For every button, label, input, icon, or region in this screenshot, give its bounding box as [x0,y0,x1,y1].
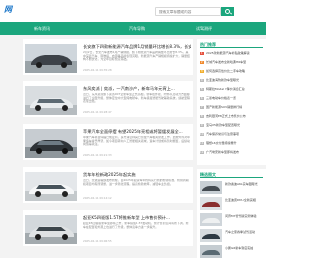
ranking-item[interactable]: 6 三菱电动车价格表一览 [200,95,264,102]
ranking-item[interactable]: 4 比亚迪海豹新款车型曝光 [200,77,264,84]
rank-number: 2 [200,59,204,64]
article-date: 2025-02-11 09:35:28 [83,68,112,72]
ranking-item[interactable]: 10 汽车保养常识与注意事项 [200,131,264,138]
rank-number: 1 [200,50,204,55]
site-logo[interactable]: 网 [0,4,24,15]
article-excerpt: 2月2日，长安汽车发布1月产销快报，旗下新能源汽车品牌销量环比增长8.3%。其中… [83,51,190,62]
ranking-item[interactable]: 2 长城汽车发布全新哈弗H6车型 [200,59,264,66]
article-item[interactable]: 起亚K5四驱版1.5T将推新车型 上市售价预计... 起亚K5四驱版新车型即将上… [23,210,193,246]
article-thumbnail[interactable] [25,44,77,73]
site-header: 网 [0,0,266,22]
article-excerpt: 起亚K5四驱版新车型即将上市，新车搭载1.5T发动机，预计售价区间有所下调，新车… [83,222,189,229]
article-title[interactable]: 苹果汽车全面停摆 有望2025年亮相或将暂缓发展全... [83,129,191,134]
article-item[interactable]: 长安旗下四款新能源汽车品牌1月销量环比增长8.3%，长安... 2月2日，长安汽… [23,39,193,75]
picture-caption[interactable]: 新款奥迪A6L实车图曝光 [225,182,264,186]
picture-caption[interactable]: 小鹏G6新车到店实拍 [225,246,264,250]
article-thumbnail[interactable] [25,86,77,115]
rank-number: 4 [200,77,204,82]
rank-number: 7 [200,104,204,109]
rank-link[interactable]: 比亚迪海豹新款车型曝光 [206,78,263,83]
rank-link[interactable]: 如何选择高性价比二手车攻略 [206,69,263,74]
sidebar-pictures: 精选图文 新款奥迪A6L实车图曝光 比亚迪唐DM-i全新亮相 问界M7智驾版实测… [197,169,266,258]
picture-thumbnail[interactable] [200,197,222,210]
logo-text: 网 [4,5,12,14]
picture-item[interactable]: 汽车之家春季试驾活动 [200,228,264,243]
rank-number: 9 [200,122,204,127]
ranking-item[interactable]: 1 2025款新能源汽车补贴政策解读 [200,50,264,57]
ranking-item[interactable]: 7 国产新能源SUV销量排行榜 [200,104,264,111]
article-title[interactable]: 长安旗下四款新能源汽车品牌1月销量环比增长8.3%，长安... [83,44,191,49]
article-date: 2025-02-11 09:21:33 [83,153,112,157]
rank-link[interactable]: 三菱电动车价格表一览 [206,96,263,101]
picture-item[interactable]: 小鹏G6新车到店实拍 [200,244,264,258]
sidebar-ranking: 热门推荐 1 2025款新能源汽车补贴政策解读 2 长城汽车发布全新哈弗H6车型… [197,39,266,165]
article-thumbnail[interactable] [25,215,77,244]
article-date: 2025-02-11 09:28:47 [83,110,112,114]
picture-caption[interactable]: 问界M7智驾版实测体验 [225,214,264,218]
article-date: 2025-02-11 09:06:55 [83,239,112,243]
rank-link[interactable]: 特斯拉Model Y降价消息汇总 [206,87,263,92]
article-item[interactable]: 苹果汽车全面停摆 有望2025年亮相或将暂缓发展全... 苹果汽车项目停摆已成定… [23,124,193,160]
picture-item[interactable]: 问界M7智驾版实测体验 [200,212,264,227]
nav-item-guide[interactable]: 汽车导购 [117,22,157,35]
article-title[interactable]: 起亚K5四驱版1.5T将推新车型 上市售价预计... [83,215,191,220]
pics-divider [200,177,263,178]
search-input[interactable] [155,7,221,16]
picture-thumbnail[interactable] [200,245,222,258]
picture-caption[interactable]: 汽车之家春季试驾活动 [225,230,264,234]
rank-link[interactable]: 广汽埃安新车型即将发布 [206,150,263,155]
search-icon [225,8,230,14]
article-thumbnail[interactable] [25,129,77,158]
article-item[interactable]: 货车年检新政2025年起实施 近日，交通运输部发布新规，自2025年起货车年检将… [23,167,193,203]
rank-link[interactable]: 汽车保养常识与注意事项 [206,132,263,137]
ranking-item[interactable]: 5 特斯拉Model Y降价消息汇总 [200,86,264,93]
article-title[interactable]: 货车年检新政2025年起实施 [83,172,191,177]
picture-item[interactable]: 新款奥迪A6L实车图曝光 [200,180,264,195]
rank-number: 10 [200,131,204,136]
article-item[interactable]: 东风奕派 | 奕派，一汽南沙产，新车马年元宵上... 近日，东风奕派旗下奕派00… [23,81,193,117]
rank-link[interactable]: 吉利银河E8正式上市售价公布 [206,114,263,119]
article-title[interactable]: 东风奕派 | 奕派，一汽南沙产，新车马年元宵上... [83,86,191,91]
picture-thumbnail[interactable] [200,229,222,242]
picture-thumbnail[interactable] [200,181,222,194]
nav-item-testdrive[interactable]: 试驾测评 [184,22,224,35]
nav-item-news[interactable]: 新车资讯 [22,22,62,35]
main-nav: 新车资讯 汽车导购 试驾测评 [0,22,266,35]
article-excerpt: 近日，交通运输部发布新规，自2025年起货车年检将实行新的检验标准，检验周期和项… [83,179,189,186]
ranking-item[interactable]: 9 宝马X5新款车型配置曝光 [200,122,264,129]
rank-number: 5 [200,86,204,91]
article-thumbnail[interactable] [25,172,77,201]
ranking-item[interactable]: 11 理想L6交付量持续攀升 [200,140,264,147]
rank-link[interactable]: 长城汽车发布全新哈弗H6车型 [206,60,263,65]
rank-number: 11 [200,140,204,145]
article-excerpt: 苹果汽车项目停摆已成定局，多方消息称其已暂缓汽车相关研发工作，此前外界对苹果造车… [83,136,190,147]
article-date: 2025-02-11 09:14:12 [83,196,112,200]
picture-item[interactable]: 比亚迪唐DM-i全新亮相 [200,196,264,211]
picture-thumbnail[interactable] [200,213,222,226]
ranking-divider [200,47,263,48]
article-excerpt: 近日，东风奕派旗下奕派007全新车型正式亮相，新车在外观、内饰以及动力方面都进行… [83,93,190,104]
ranking-item[interactable]: 8 吉利银河E8正式上市售价公布 [200,113,264,120]
ranking-item[interactable]: 12 广汽埃安新车型即将发布 [200,149,264,156]
rank-number: 6 [200,95,204,100]
rank-link[interactable]: 国产新能源SUV销量排行榜 [206,105,263,110]
rank-link[interactable]: 宝马X5新款车型配置曝光 [206,123,263,128]
ranking-item[interactable]: 3 如何选择高性价比二手车攻略 [200,68,264,75]
rank-link[interactable]: 2025款新能源汽车补贴政策解读 [206,51,263,56]
rank-number: 3 [200,68,204,73]
rank-link[interactable]: 理想L6交付量持续攀升 [206,141,263,146]
rank-number: 8 [200,113,204,118]
picture-caption[interactable]: 比亚迪唐DM-i全新亮相 [225,198,264,202]
search-button[interactable] [221,7,234,16]
rank-number: 12 [200,149,204,154]
